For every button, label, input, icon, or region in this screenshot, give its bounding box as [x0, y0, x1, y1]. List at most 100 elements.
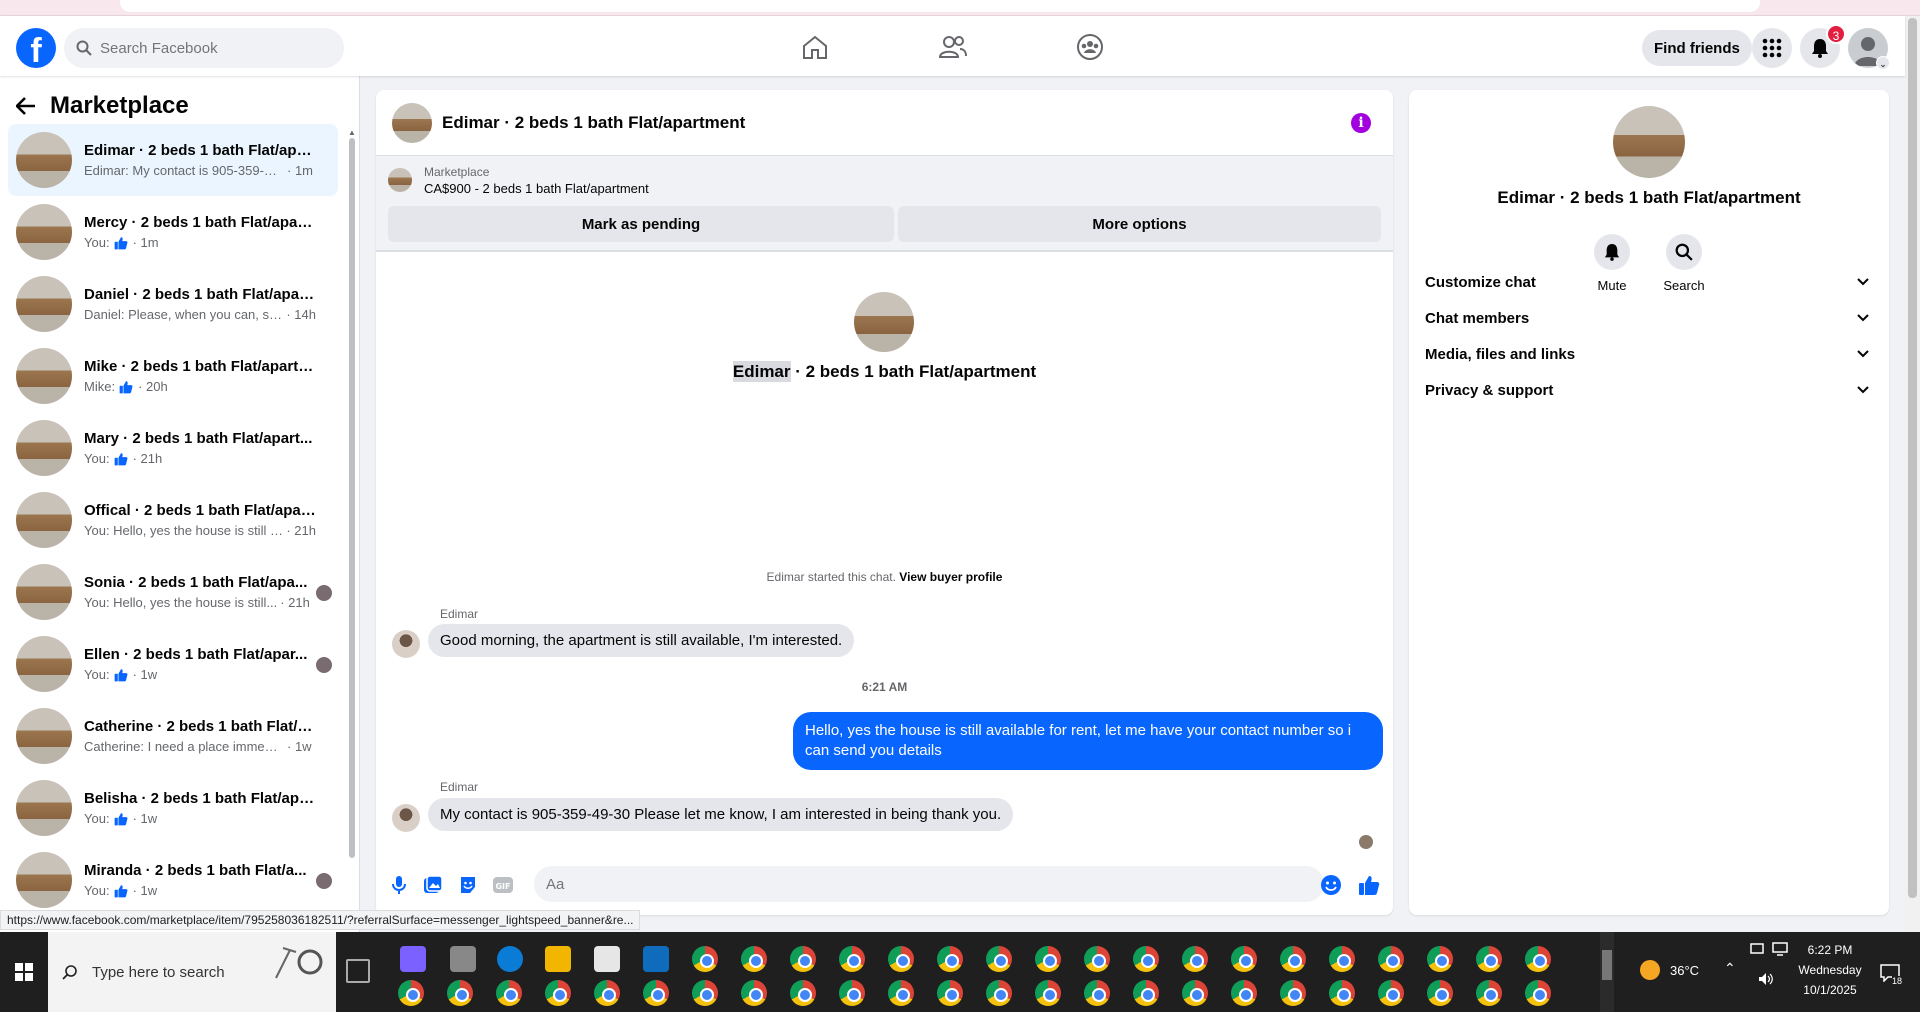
chrome-icon[interactable]	[986, 980, 1012, 1006]
outlook-icon[interactable]	[643, 946, 669, 972]
chrome-icon[interactable]	[1035, 946, 1061, 972]
chrome-icon[interactable]	[496, 980, 522, 1006]
conversation-item[interactable]: Belisha · 2 beds 1 bath Flat/apar... You:…	[8, 772, 338, 844]
chrome-icon[interactable]	[1427, 946, 1453, 972]
chrome-icon[interactable]	[1133, 946, 1159, 972]
info-avatar[interactable]	[1613, 106, 1685, 178]
taskbar-scrollbar[interactable]	[1600, 932, 1614, 1012]
info-icon[interactable]: i	[1351, 113, 1371, 133]
conversation-item[interactable]: Mercy · 2 beds 1 bath Flat/apart... You: ·…	[8, 196, 338, 268]
chrome-icon[interactable]	[937, 946, 963, 972]
chrome-icon[interactable]	[398, 980, 424, 1006]
chevron-down-icon[interactable]: ⌄	[1876, 56, 1890, 70]
chrome-icon[interactable]	[1329, 946, 1355, 972]
friends-icon[interactable]	[935, 30, 971, 64]
chrome-icon[interactable]	[1133, 980, 1159, 1006]
conversation-item[interactable]: Miranda · 2 beds 1 bath Flat/a... You: · 1…	[8, 844, 338, 916]
chrome-icon[interactable]	[692, 946, 718, 972]
home-icon[interactable]	[797, 30, 833, 64]
info-section[interactable]: Chat members	[1425, 300, 1873, 336]
photo-icon[interactable]	[422, 874, 444, 896]
copilot-icon[interactable]	[400, 946, 426, 972]
chrome-icon[interactable]	[545, 980, 571, 1006]
chrome-icon[interactable]	[888, 980, 914, 1006]
chrome-icon[interactable]	[1525, 980, 1551, 1006]
mark-as-pending-button[interactable]: Mark as pending	[388, 206, 894, 242]
chrome-icon[interactable]	[1525, 946, 1551, 972]
chrome-icon[interactable]	[643, 980, 669, 1006]
conversation-item[interactable]: Ellen · 2 beds 1 bath Flat/apar... You: · …	[8, 628, 338, 700]
chrome-icon[interactable]	[1476, 946, 1502, 972]
store-icon[interactable]	[594, 946, 620, 972]
gif-icon[interactable]: GIF	[492, 874, 514, 896]
sticker-icon[interactable]	[457, 874, 479, 896]
chrome-icon[interactable]	[1182, 946, 1208, 972]
listing-thumbnail[interactable]	[392, 102, 432, 143]
chrome-icon[interactable]	[986, 946, 1012, 972]
chat-title[interactable]: Edimar · 2 beds 1 bath Flat/apartment	[442, 113, 745, 133]
chrome-icon[interactable]	[1427, 980, 1453, 1006]
search-input[interactable]	[100, 39, 320, 57]
incoming-message[interactable]: Good morning, the apartment is still ava…	[428, 624, 855, 657]
conversation-item[interactable]: Offical · 2 beds 1 bath Flat/apart... You…	[8, 484, 338, 556]
chrome-icon[interactable]	[1280, 946, 1306, 972]
chevron-up-icon[interactable]: ⌃	[1724, 960, 1736, 1012]
chrome-icon[interactable]	[1182, 980, 1208, 1006]
volume-icon[interactable]	[1758, 972, 1774, 986]
chrome-icon[interactable]	[1476, 980, 1502, 1006]
chrome-icon[interactable]	[1378, 980, 1404, 1006]
info-section[interactable]: Media, files and links	[1425, 336, 1873, 372]
microphone-icon[interactable]	[388, 874, 410, 896]
chrome-icon[interactable]	[937, 980, 963, 1006]
chrome-icon[interactable]	[447, 980, 473, 1006]
address-bar[interactable]	[120, 0, 1760, 12]
notifications-button[interactable]: 3	[1800, 24, 1846, 68]
chrome-icon[interactable]	[1378, 946, 1404, 972]
taskbar-clock[interactable]: 6:22 PM Wednesday 10/1/2025	[1790, 940, 1870, 1000]
meet-icon[interactable]	[1750, 942, 1764, 956]
facebook-logo[interactable]: f	[16, 28, 56, 68]
page-scrollbar[interactable]	[1905, 16, 1920, 932]
info-section[interactable]: Customize chat	[1425, 264, 1873, 300]
chrome-icon[interactable]	[790, 980, 816, 1006]
conversation-item[interactable]: Daniel · 2 beds 1 bath Flat/apart... Dani…	[8, 268, 338, 340]
taskbar-search[interactable]: Type here to search	[48, 932, 336, 1012]
chrome-icon[interactable]	[839, 946, 865, 972]
network-icon[interactable]	[1772, 942, 1788, 956]
sidebar-scrollbar[interactable]: ▲	[348, 128, 356, 932]
more-options-button[interactable]: More options	[898, 206, 1381, 242]
conversation-item[interactable]: Catherine · 2 beds 1 bath Flat/ap... Cath…	[8, 700, 338, 772]
edge-icon[interactable]	[497, 946, 523, 972]
chrome-icon[interactable]	[1231, 946, 1257, 972]
conversation-item[interactable]: Mary · 2 beds 1 bath Flat/apart... You: · …	[8, 412, 338, 484]
chrome-icon[interactable]	[839, 980, 865, 1006]
windows-start-icon[interactable]	[0, 932, 48, 1012]
menu-grid-icon[interactable]	[1752, 28, 1792, 68]
chrome-icon[interactable]	[888, 946, 914, 972]
chrome-icon[interactable]	[790, 946, 816, 972]
file-explorer-icon[interactable]	[545, 946, 571, 972]
thumbs-up-icon[interactable]	[1358, 874, 1380, 896]
chrome-icon[interactable]	[741, 946, 767, 972]
chrome-icon[interactable]	[741, 980, 767, 1006]
back-arrow-icon[interactable]	[16, 97, 36, 115]
facebook-search[interactable]	[64, 28, 344, 68]
view-buyer-profile-link[interactable]: View buyer profile	[899, 570, 1002, 584]
listing-price[interactable]: CA$900 - 2 beds 1 bath Flat/apartment	[424, 181, 649, 196]
emoji-icon[interactable]	[1320, 874, 1342, 896]
outgoing-message[interactable]: Hello, yes the house is still available …	[793, 712, 1383, 770]
chrome-icon[interactable]	[594, 980, 620, 1006]
groups-icon[interactable]	[1072, 30, 1108, 64]
chrome-icon[interactable]	[1329, 980, 1355, 1006]
conversation-item[interactable]: Sonia · 2 beds 1 bath Flat/apa... You: He…	[8, 556, 338, 628]
incoming-message[interactable]: My contact is 905-359-49-30 Please let m…	[428, 798, 1014, 831]
listing-mini-thumbnail[interactable]	[388, 168, 412, 192]
notification-center-icon[interactable]: 18	[1880, 964, 1903, 1012]
find-friends-button[interactable]: Find friends	[1642, 30, 1752, 66]
chrome-icon[interactable]	[1035, 980, 1061, 1006]
conversation-item[interactable]: Mike · 2 beds 1 bath Flat/apartm... Mike:…	[8, 340, 338, 412]
chrome-icon[interactable]	[692, 980, 718, 1006]
info-section[interactable]: Privacy & support	[1425, 372, 1873, 408]
chrome-icon[interactable]	[1084, 980, 1110, 1006]
task-view-icon[interactable]	[346, 959, 370, 983]
